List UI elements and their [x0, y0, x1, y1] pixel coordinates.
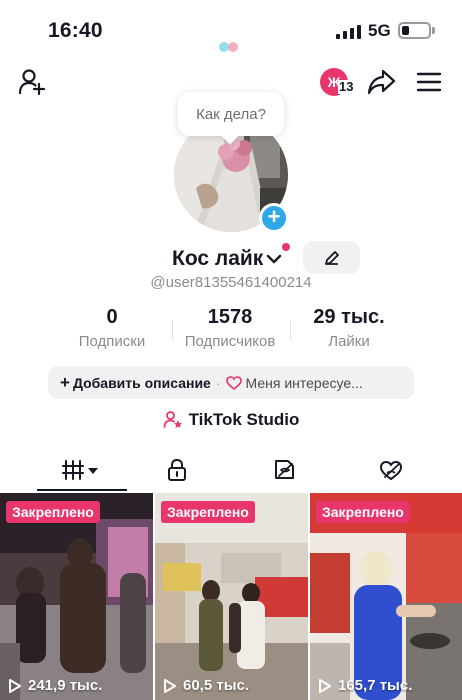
interests-label: Меня интересуе...: [245, 374, 363, 391]
view-count: 60,5 тыс.: [163, 677, 249, 694]
view-count: 241,9 тыс.: [8, 677, 102, 694]
view-count-value: 241,9 тыс.: [28, 677, 103, 694]
studio-label: TikTok Studio: [188, 410, 300, 429]
battery-icon: [398, 22, 431, 39]
video-thumbnail: [310, 493, 462, 700]
video-grid: Закреплено 241,9 тыс. Закреплено 60,5 ты…: [0, 493, 462, 700]
add-user-icon: [18, 69, 46, 96]
content-tabs: [0, 450, 462, 492]
stat-likes[interactable]: 29 тыс. Лайки: [289, 306, 409, 350]
separator-dot: ·: [215, 374, 221, 391]
hamburger-icon: [416, 72, 442, 92]
tagged-hidden-icon: [275, 460, 294, 479]
tab-reposts[interactable]: [258, 450, 312, 490]
menu-button[interactable]: [412, 64, 446, 100]
pinned-badge: Закреплено: [316, 501, 410, 523]
battery-tip: [432, 27, 435, 34]
video-tile[interactable]: Закреплено 60,5 тыс.: [155, 493, 308, 700]
pinned-badge: Закреплено: [6, 501, 100, 523]
notification-dot: [282, 243, 290, 251]
play-outline-icon: [9, 678, 21, 693]
share-profile-button[interactable]: [364, 64, 400, 100]
add-friend-button[interactable]: [14, 64, 50, 100]
profile-stats: 0 Подписки 1578 Подписчиков 29 тыс. Лайк…: [0, 306, 462, 352]
profile-handle: @user81355461400214: [150, 274, 312, 291]
edit-profile-button[interactable]: [303, 241, 360, 274]
profile-name-row[interactable]: Кос лайк: [172, 246, 283, 272]
video-thumbnail: [0, 493, 153, 700]
lock-icon: [168, 458, 186, 481]
pinned-badge: Закреплено: [161, 501, 255, 523]
plus-icon: +: [60, 372, 70, 392]
profile-name: Кос лайк: [172, 247, 264, 270]
stat-value: 1578: [207, 306, 253, 328]
network-type: 5G: [368, 21, 391, 40]
studio-icon: [163, 411, 182, 428]
account-count-badge: 13: [338, 79, 355, 94]
stat-following[interactable]: 0 Подписки: [52, 306, 172, 350]
view-count-value: 165,7 тыс.: [338, 677, 413, 694]
view-count: 165,7 тыс.: [318, 677, 412, 694]
share-icon: [367, 69, 396, 95]
bubble-text: Как дела?: [196, 105, 266, 123]
pencil-icon: [324, 250, 339, 265]
active-tab-indicator: [37, 489, 127, 491]
tab-liked[interactable]: [364, 450, 418, 490]
add-description-bar[interactable]: + Добавить описание · Меня интересуе...: [48, 366, 414, 399]
video-tile[interactable]: Закреплено 165,7 тыс.: [310, 493, 462, 700]
liked-hidden-icon: [379, 460, 403, 481]
grid-icon: [62, 460, 98, 480]
view-count-value: 60,5 тыс.: [183, 677, 250, 694]
signal-icon: [336, 24, 362, 39]
video-thumbnail: [155, 493, 308, 700]
status-bubble[interactable]: Как дела?: [178, 92, 284, 136]
stat-followers[interactable]: 1578 Подписчиков: [170, 306, 290, 350]
stat-label: Подписки: [78, 333, 146, 350]
chevron-down-icon: [267, 254, 282, 264]
stat-label: Лайки: [328, 333, 370, 350]
stat-label: Подписчиков: [184, 333, 276, 350]
add-description-label: Добавить описание: [72, 374, 211, 391]
loading-indicator-icon: [219, 41, 241, 53]
tiktok-studio-link[interactable]: TikTok Studio: [0, 407, 462, 433]
heart-outline-icon: [225, 375, 242, 390]
play-outline-icon: [319, 678, 331, 693]
stat-value: 29 тыс.: [313, 306, 385, 328]
tab-private[interactable]: [150, 450, 204, 490]
stat-value: 0: [106, 306, 118, 328]
tab-videos[interactable]: [37, 450, 127, 490]
add-photo-icon[interactable]: +: [259, 203, 289, 233]
status-time: 16:40: [48, 19, 103, 42]
play-outline-icon: [164, 678, 176, 693]
video-tile[interactable]: Закреплено 241,9 тыс.: [0, 493, 153, 700]
